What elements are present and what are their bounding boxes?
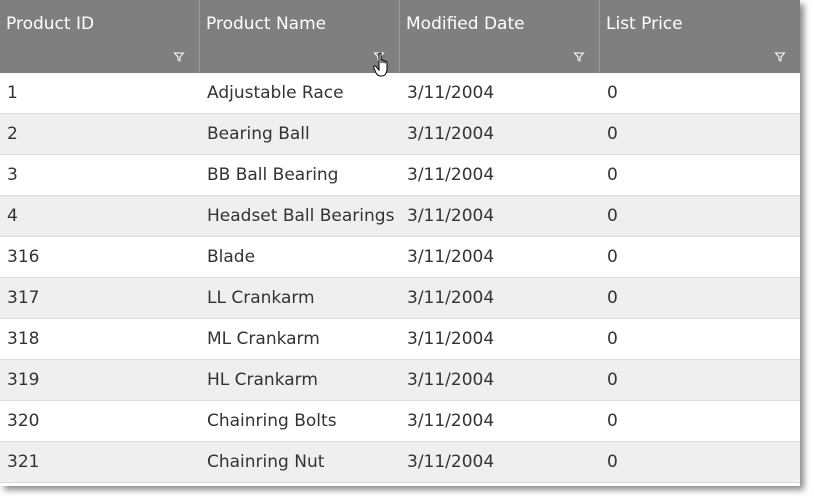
cell-product-id: 1	[7, 83, 18, 103]
cell-list-price: 0	[607, 288, 618, 308]
table-row[interactable]: 318 ML Crankarm 3/11/2004 0	[0, 319, 800, 360]
cell-product-id: 320	[7, 411, 40, 431]
table-row[interactable]: 317 LL Crankarm 3/11/2004 0	[0, 278, 800, 319]
cell-product-id: 321	[7, 452, 40, 472]
cell-modified-date: 3/11/2004	[407, 83, 495, 103]
cell-product-id: 2	[7, 124, 18, 144]
cell-list-price: 0	[607, 124, 618, 144]
product-grid: Product ID Product Name Modified Date Li…	[0, 0, 800, 486]
cell-modified-date: 3/11/2004	[407, 206, 495, 226]
cell-list-price: 0	[607, 452, 618, 472]
column-header-label: Product Name	[206, 14, 327, 34]
cell-modified-date: 3/11/2004	[407, 288, 495, 308]
cell-list-price: 0	[607, 247, 618, 267]
cell-product-name: Headset Ball Bearings	[207, 206, 395, 226]
column-header-modified-date[interactable]: Modified Date	[400, 0, 600, 73]
table-row[interactable]: 316 Blade 3/11/2004 0	[0, 237, 800, 278]
column-header-product-id[interactable]: Product ID	[0, 0, 200, 73]
cell-product-name: LL Crankarm	[207, 288, 315, 308]
column-header-list-price[interactable]: List Price	[600, 0, 800, 73]
cell-modified-date: 3/11/2004	[407, 247, 495, 267]
cell-modified-date: 3/11/2004	[407, 370, 495, 390]
cell-modified-date: 3/11/2004	[407, 165, 495, 185]
filter-icon[interactable]	[373, 51, 385, 63]
cell-list-price: 0	[607, 83, 618, 103]
cell-list-price: 0	[607, 411, 618, 431]
cell-list-price: 0	[607, 206, 618, 226]
cell-product-name: BB Ball Bearing	[207, 165, 339, 185]
cell-product-name: Blade	[207, 247, 256, 267]
cell-product-name: Bearing Ball	[207, 124, 310, 144]
cell-product-id: 319	[7, 370, 40, 390]
cell-product-name: HL Crankarm	[207, 370, 318, 390]
filter-icon[interactable]	[173, 51, 185, 63]
column-header-label: Modified Date	[406, 14, 525, 34]
cell-modified-date: 3/11/2004	[407, 411, 495, 431]
cell-modified-date: 3/11/2004	[407, 124, 495, 144]
cell-product-id: 317	[7, 288, 40, 308]
table-row[interactable]: 1 Adjustable Race 3/11/2004 0	[0, 73, 800, 114]
filter-icon[interactable]	[774, 51, 786, 63]
table-row[interactable]: 321 Chainring Nut 3/11/2004 0	[0, 442, 800, 483]
cell-product-name: ML Crankarm	[207, 329, 320, 349]
table-row[interactable]: 319 HL Crankarm 3/11/2004 0	[0, 360, 800, 401]
cell-product-name: Chainring Nut	[207, 452, 325, 472]
table-row[interactable]: 320 Chainring Bolts 3/11/2004 0	[0, 401, 800, 442]
grid-header: Product ID Product Name Modified Date Li…	[0, 0, 800, 73]
column-header-label: List Price	[606, 14, 683, 34]
table-row[interactable]: 2 Bearing Ball 3/11/2004 0	[0, 114, 800, 155]
cell-product-id: 318	[7, 329, 40, 349]
cell-list-price: 0	[607, 329, 618, 349]
cell-modified-date: 3/11/2004	[407, 452, 495, 472]
cell-product-id: 316	[7, 247, 40, 267]
grid-body: 1 Adjustable Race 3/11/2004 0 2 Bearing …	[0, 73, 800, 483]
cell-modified-date: 3/11/2004	[407, 329, 495, 349]
cell-product-id: 4	[7, 206, 18, 226]
column-header-product-name[interactable]: Product Name	[200, 0, 400, 73]
cell-product-id: 3	[7, 165, 18, 185]
table-row[interactable]: 3 BB Ball Bearing 3/11/2004 0	[0, 155, 800, 196]
table-row[interactable]: 4 Headset Ball Bearings 3/11/2004 0	[0, 196, 800, 237]
column-header-label: Product ID	[6, 14, 95, 34]
cell-list-price: 0	[607, 165, 618, 185]
filter-icon[interactable]	[573, 51, 585, 63]
cell-list-price: 0	[607, 370, 618, 390]
cell-product-name: Adjustable Race	[207, 83, 344, 103]
cell-product-name: Chainring Bolts	[207, 411, 337, 431]
